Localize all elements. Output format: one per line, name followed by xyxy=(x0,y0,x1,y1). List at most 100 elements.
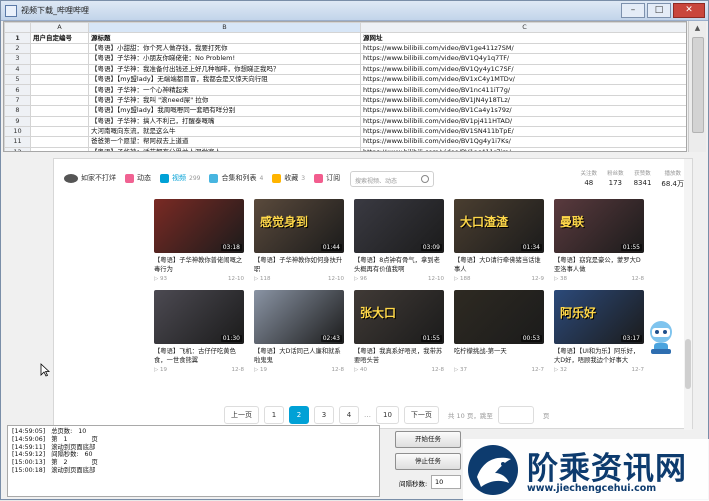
page-button[interactable]: 10 xyxy=(376,406,399,424)
video-title[interactable]: 【粤语】8点钟有骨气，拿到老头概再有价值我啊 xyxy=(354,256,444,274)
header-cell-title[interactable]: 源标题 xyxy=(88,32,361,44)
video-title[interactable]: 【粤语】我真系好唔灵，我带苏要唔头苦 xyxy=(354,347,444,365)
cell-url[interactable]: https://www.bilibili.com/video/BV1Q4y1q7… xyxy=(360,53,686,65)
interval-input[interactable]: 10 xyxy=(431,475,461,489)
table-row[interactable]: 5 【粤语】【my盟lady】无端端都冒冒，我都会是又惊天向行阻 https://w… xyxy=(4,73,686,86)
row-number[interactable]: 6 xyxy=(4,84,31,96)
cell-id[interactable] xyxy=(30,84,89,96)
video-card[interactable]: 阿乐好 03:17 【粤语】【UI和为乐】阿乐好，大D好，唔顾我边个好事大 ▷ 32 1… xyxy=(554,290,644,373)
column-header-c[interactable]: C xyxy=(360,22,686,34)
video-card[interactable]: 00:53 吃柠檬挑战-第一天 ▷ 37 12-7 xyxy=(454,290,544,373)
cell-title[interactable]: 【粤语】子华神：一个心神精起来 xyxy=(88,84,361,96)
cell-title[interactable]: 【粤语】子华神：我准备付出钱还上好几种咖啡，你想睇正我吗？ xyxy=(88,63,361,75)
spreadsheet-grid[interactable]: A B C 1 用户自定编号 源标题 源网址 2 【粤语】小甜甜：你个死人做存钱，… xyxy=(3,21,687,152)
stat-item[interactable]: 粉丝数 173 xyxy=(607,169,624,189)
video-thumbnail[interactable]: 01:30 xyxy=(154,290,244,344)
table-row[interactable]: 12 【粤语】子华神：话花都有分界益人洞党寨人 https://www.bilibi… xyxy=(4,146,686,151)
table-row[interactable]: 8 【粤语】【my盟lady】我周嘅嘢同一套晒有咩分别 https://www.bi… xyxy=(4,105,686,117)
header-cell-id[interactable]: 用户自定编号 xyxy=(30,32,89,44)
table-row[interactable]: 9 【粤语】子华神：搞人不利己，打醒泰嘅嘴 https://www.bilibili… xyxy=(4,115,686,127)
cell-url[interactable]: https://www.bilibili.com/video/BV1pj411H… xyxy=(360,115,686,127)
minimize-button[interactable]: – xyxy=(621,3,645,18)
cell-id[interactable] xyxy=(30,63,89,75)
cell-url[interactable]: https://www.bilibili.com/video/BV1nc411i… xyxy=(360,84,686,96)
grid-scrollbar[interactable]: ▲ xyxy=(688,21,706,152)
next-page-button[interactable]: 下一页 xyxy=(403,406,439,424)
stop-task-button[interactable]: 停止任务 xyxy=(395,453,461,470)
cell-id[interactable] xyxy=(30,94,89,107)
video-title[interactable]: 【粤语】窈窕是豪公，蒙罗大D亚洛事人做 xyxy=(554,256,644,274)
video-card[interactable]: 张大口 01:55 【粤语】我真系好唔灵，我带苏要唔头苦 ▷ 40 12-8 xyxy=(354,290,444,373)
cell-url[interactable]: https://www.bilibili.com/video/BV1JN4y18… xyxy=(360,94,686,107)
video-title[interactable]: 吃柠檬挑战-第一天 xyxy=(454,347,544,365)
row-number[interactable]: 8 xyxy=(4,105,31,117)
row-number[interactable]: 11 xyxy=(4,136,31,148)
cell-url[interactable]: https://www.bilibili.com/video/BV1xC4y1M… xyxy=(360,73,686,86)
scroll-thumb[interactable] xyxy=(692,37,704,133)
prev-page-button[interactable]: 上一页 xyxy=(224,406,259,424)
row-number[interactable]: 4 xyxy=(4,63,31,75)
search-input[interactable]: 搜索视频、动态 xyxy=(350,171,434,187)
video-thumbnail[interactable]: 张大口 01:55 xyxy=(354,290,444,344)
video-title[interactable]: 【粤语】大D请行牵佛猪当话谁事人 xyxy=(454,256,544,274)
cell-id[interactable] xyxy=(30,115,89,127)
cell-id[interactable] xyxy=(30,53,89,65)
mascot-icon[interactable] xyxy=(646,319,676,357)
start-task-button[interactable]: 开始任务 xyxy=(395,431,461,448)
cell-title[interactable]: 【粤语】子华神：我叫 "滚need屎" 拉你 xyxy=(88,94,361,107)
table-row[interactable]: 7 【粤语】子华神：我叫 "滚need屎" 拉你 https://www.bilib… xyxy=(4,94,686,107)
maximize-button[interactable]: □ xyxy=(647,3,671,18)
browser-scroll-thumb[interactable] xyxy=(685,339,691,389)
table-row[interactable]: 3 【粤语】子华神：小朋友你睇佬佬：No Problem! https://www.… xyxy=(4,53,686,65)
cell-id[interactable] xyxy=(30,73,89,86)
table-row[interactable]: 2 【粤语】小甜甜：你个死人做存钱，我要打死你 https://www.bilibi… xyxy=(4,42,686,55)
search-icon[interactable] xyxy=(421,175,429,183)
video-thumbnail[interactable]: 阿乐好 03:17 xyxy=(554,290,644,344)
jump-page-input[interactable] xyxy=(497,406,534,424)
tab-favorites[interactable]: 收藏 3 xyxy=(272,173,305,183)
video-title[interactable]: 【粤语】子华神教你普佬闹嘅之毒行为 xyxy=(154,256,244,274)
table-row[interactable]: 6 【粤语】子华神：一个心神精起来 https://www.bilibili.com… xyxy=(4,84,686,96)
stat-item[interactable]: 关注数 48 xyxy=(581,169,598,189)
row-number[interactable]: 12 xyxy=(4,146,31,151)
log-panel[interactable]: [14:59:05] 总页数: 10 [14:59:06] 第 1 页 [14:59:11] 滚… xyxy=(7,425,380,497)
table-row[interactable]: 10 大河南嘅向东流，就是这么牛 https://www.bilibili.com/… xyxy=(4,125,686,138)
cell-title[interactable]: 【粤语】子华神：搞人不利己，打醒泰嘅嘴 xyxy=(88,115,361,127)
cell-url[interactable]: https://www.bilibili.com/video/BV1Ca4y1s… xyxy=(360,105,686,117)
row-number[interactable]: 5 xyxy=(4,73,31,86)
video-thumbnail[interactable]: 00:53 xyxy=(454,290,544,344)
cell-title[interactable]: 【粤语】【my盟lady】无端端都冒冒，我都会是又惊天向行阻 xyxy=(88,73,361,86)
video-thumbnail[interactable]: 大口渣渣 01:34 xyxy=(454,199,544,253)
cell-url[interactable]: https://www.bilibili.com/video/BV1ge411z… xyxy=(360,42,686,55)
row-number[interactable]: 2 xyxy=(4,42,31,55)
scroll-up-icon[interactable]: ▲ xyxy=(689,21,706,35)
row-number[interactable]: 10 xyxy=(4,125,31,138)
table-row[interactable]: 4 【粤语】子华神：我准备付出钱还上好几种咖啡，你想睇正我吗？ https://ww… xyxy=(4,63,686,75)
header-cell-url[interactable]: 源网址 xyxy=(360,32,686,44)
browser-scrollbar[interactable] xyxy=(684,159,692,430)
stat-item[interactable]: 播放数 68.4万 xyxy=(661,169,684,189)
video-thumbnail[interactable]: 02:43 xyxy=(254,290,344,344)
tab-dynamic[interactable]: 动态 xyxy=(125,173,151,183)
cell-url[interactable]: https://www.bilibili.com/video/BV1SN411b… xyxy=(360,125,686,138)
stat-item[interactable]: 获赞数 8341 xyxy=(634,169,652,189)
video-title[interactable]: 【粤语】【UI和为乐】阿乐好，大D好，唔顾我边个好事大 xyxy=(554,347,644,365)
video-thumbnail[interactable]: 03:18 xyxy=(154,199,244,253)
cell-title[interactable]: 【粤语】小甜甜：你个死人做存钱，我要打死你 xyxy=(88,42,361,55)
cell-title[interactable]: 【粤语】子华神：小朋友你睇佬佬：No Problem! xyxy=(88,53,361,65)
close-button[interactable]: ✕ xyxy=(673,3,705,18)
cell-title[interactable]: 爸爸第一个愿望：帮阿叔去上道道 xyxy=(88,136,361,148)
video-card[interactable]: 02:43 【粤语】大D话同己人廉和就系啦鬼鬼 ▷ 19 12-8 xyxy=(254,290,344,373)
tab-videos[interactable]: 视频 299 xyxy=(160,173,200,183)
row-number[interactable]: 1 xyxy=(4,32,31,44)
corner-cell[interactable] xyxy=(4,22,31,34)
cell-id[interactable] xyxy=(30,42,89,55)
cell-id[interactable] xyxy=(30,146,89,151)
column-header-a[interactable]: A xyxy=(30,22,89,34)
tab-subscriptions[interactable]: 订阅 xyxy=(314,173,340,183)
video-card[interactable]: 03:18 【粤语】子华神教你普佬闹嘅之毒行为 ▷ 93 12-10 xyxy=(154,199,244,282)
video-title[interactable]: 【粤语】子华神教你如何身扶升职 xyxy=(254,256,344,274)
cell-title[interactable]: 【粤语】【my盟lady】我周嘅嘢同一套晒有咩分别 xyxy=(88,105,361,117)
tab-collections[interactable]: 合集和列表 4 xyxy=(209,173,263,183)
page-button[interactable]: 1 xyxy=(264,406,284,424)
